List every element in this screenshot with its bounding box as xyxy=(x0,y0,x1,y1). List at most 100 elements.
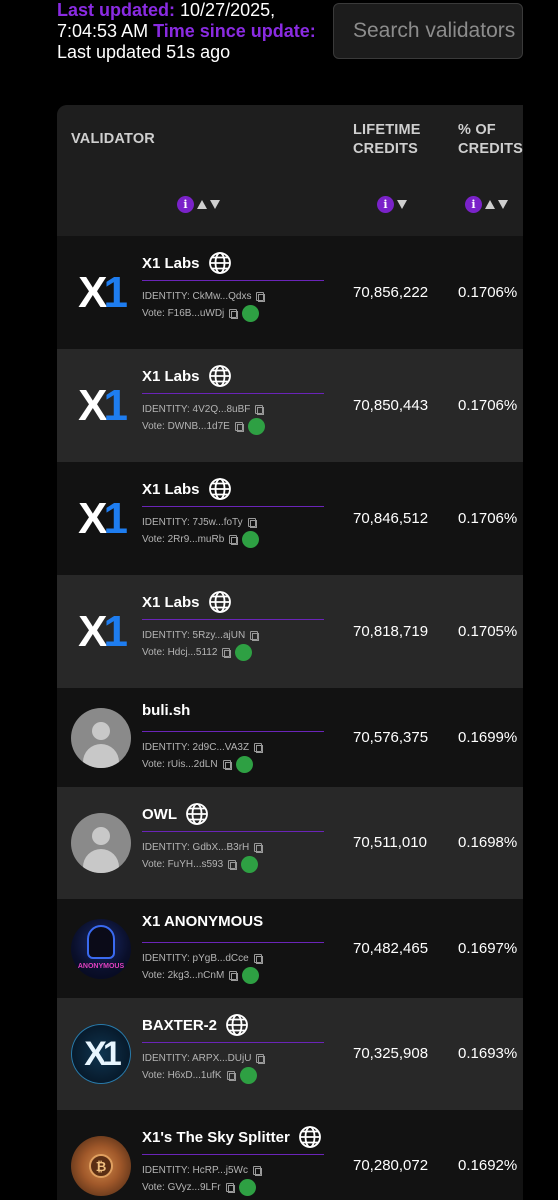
lifetime-credits-value: 70,856,222 xyxy=(353,283,429,301)
copy-icon[interactable] xyxy=(228,860,238,870)
time-since-label: Time since update: xyxy=(153,21,316,41)
status-online-icon xyxy=(235,644,253,661)
validator-name[interactable]: OWL xyxy=(142,806,177,823)
pct-credits-value: 0.1705% xyxy=(458,622,518,640)
copy-icon[interactable] xyxy=(250,631,260,641)
search-input[interactable] xyxy=(333,3,523,59)
x1-logo-mark: X1 xyxy=(84,1035,122,1073)
status-online-icon xyxy=(235,756,253,773)
pct-credits-value: 0.1693% xyxy=(458,1045,518,1062)
validator-name[interactable]: X1 Labs xyxy=(142,255,200,272)
table-row[interactable]: X1 X1 Labs IDENTITY: 7J5w...foTy Vote: 2Rr9… xyxy=(57,462,523,575)
validators-table: VALIDATOR LIFETIME CREDITS % OF CREDITS … xyxy=(57,105,523,1200)
vote-line: Vote: Hdcj...5112 xyxy=(142,644,253,661)
sort-descending-icon[interactable] xyxy=(397,199,407,209)
copy-icon[interactable] xyxy=(222,760,232,770)
column-header-pct-credits[interactable]: % OF CREDITS xyxy=(458,121,523,159)
sort-ascending-icon[interactable] xyxy=(197,199,207,209)
identity-address: IDENTITY: CkMw...Qdxs xyxy=(142,291,252,302)
sort-descending-icon[interactable] xyxy=(498,199,508,209)
name-divider xyxy=(142,942,324,943)
lifetime-credits-value: 70,846,512 xyxy=(353,509,429,527)
avatar-head xyxy=(92,721,110,740)
time-since-value: Last updated 51s ago xyxy=(57,42,231,62)
table-row[interactable]: buli.sh IDENTITY: 2d9C...VA3Z Vote: rUis..… xyxy=(57,688,523,787)
column-header-validator[interactable]: VALIDATOR xyxy=(71,130,155,149)
pct-credits-value: 0.1698% xyxy=(458,834,518,851)
copy-icon[interactable] xyxy=(254,743,264,753)
name-divider xyxy=(142,280,324,281)
validator-name[interactable]: BAXTER-2 xyxy=(142,1017,217,1034)
name-divider xyxy=(142,619,324,620)
validator-name[interactable]: X1 Labs xyxy=(142,481,200,498)
table-row[interactable]: X1 X1 Labs IDENTITY: 5Rzy...ajUN Vote: Hdcj… xyxy=(57,575,523,688)
lifetime-credits-value: 70,576,375 xyxy=(353,728,429,746)
copy-icon[interactable] xyxy=(256,292,266,302)
table-row[interactable]: ANONYMOUS X1 ANONYMOUS IDENTITY: pYgB...dC… xyxy=(57,899,523,998)
sort-descending-icon[interactable] xyxy=(210,199,220,209)
info-icon[interactable]: i xyxy=(177,195,194,213)
copy-icon[interactable] xyxy=(256,1054,266,1064)
lifetime-credits-value: 70,280,072 xyxy=(353,1157,429,1174)
identity-address: IDENTITY: ARPX...DUjU xyxy=(142,1053,252,1064)
copy-icon[interactable] xyxy=(252,1166,262,1176)
status-online-icon xyxy=(239,1067,257,1084)
copy-icon[interactable] xyxy=(222,648,232,658)
copy-icon[interactable] xyxy=(229,535,239,545)
info-icon[interactable]: i xyxy=(377,195,394,213)
status-online-icon xyxy=(247,418,265,435)
vote-address: Vote: H6xD...1ufK xyxy=(142,1070,222,1081)
vote-address: Vote: DWNB...1d7E xyxy=(142,421,230,432)
copy-icon[interactable] xyxy=(229,971,239,981)
copy-icon[interactable] xyxy=(253,954,263,964)
lifetime-credits-value: 70,482,465 xyxy=(353,939,429,957)
vote-address: Vote: 2Rr9...muRb xyxy=(142,534,225,545)
vote-line: Vote: H6xD...1ufK xyxy=(142,1067,257,1084)
pct-credits-value: 0.1706% xyxy=(458,283,518,301)
vote-line: Vote: 2kg3...nCnM xyxy=(142,967,260,984)
validator-name[interactable]: X1 ANONYMOUS xyxy=(142,913,263,930)
table-row[interactable]: X1 BAXTER-2 IDENTITY: ARPX...DUjU Vote: H6x… xyxy=(57,998,523,1110)
copy-icon[interactable] xyxy=(234,422,244,432)
globe-icon[interactable] xyxy=(298,1125,322,1149)
table-row[interactable]: X1 X1 Labs IDENTITY: CkMw...Qdxs Vote: F16B… xyxy=(57,236,523,349)
globe-icon[interactable] xyxy=(208,364,232,388)
identity-address: IDENTITY: GdbX...B3rH xyxy=(142,842,250,853)
table-row[interactable]: X1 X1 Labs IDENTITY: 4V2Q...8uBF Vote: DWNB… xyxy=(57,349,523,462)
identity-address: IDENTITY: 4V2Q...8uBF xyxy=(142,404,251,415)
info-icon[interactable]: i xyxy=(465,195,482,213)
copy-icon[interactable] xyxy=(225,1183,235,1193)
validator-name[interactable]: X1 Labs xyxy=(142,594,200,611)
x1-logo-mark: X1 xyxy=(78,380,128,430)
copy-icon[interactable] xyxy=(229,309,239,319)
lifetime-credits-value: 70,325,908 xyxy=(353,1045,429,1062)
validator-name[interactable]: buli.sh xyxy=(142,702,190,719)
copy-icon[interactable] xyxy=(226,1071,236,1081)
table-row[interactable]: ₿ X1's The Sky Splitter IDENTITY: HcRP...j… xyxy=(57,1110,523,1200)
vote-line: Vote: rUis...2dLN xyxy=(142,756,253,773)
avatar-head xyxy=(92,827,110,845)
globe-icon[interactable] xyxy=(208,590,232,614)
sort-ascending-icon[interactable] xyxy=(485,199,495,209)
table-row[interactable]: OWL IDENTITY: GdbX...B3rH Vote: FuYH...s59… xyxy=(57,787,523,899)
validator-sort-controls: i xyxy=(177,195,220,213)
validator-logo: X1 xyxy=(71,263,131,323)
copy-icon[interactable] xyxy=(254,843,264,853)
globe-icon[interactable] xyxy=(225,1013,249,1037)
copy-icon[interactable] xyxy=(247,518,257,528)
coin-emblem: ₿ xyxy=(89,1154,113,1178)
globe-icon[interactable] xyxy=(208,477,232,501)
validator-name[interactable]: X1's The Sky Splitter xyxy=(142,1129,290,1146)
globe-icon[interactable] xyxy=(185,802,209,826)
vote-line: Vote: 2Rr9...muRb xyxy=(142,531,260,548)
copy-icon[interactable] xyxy=(255,405,265,415)
validator-name[interactable]: X1 Labs xyxy=(142,368,200,385)
pct-credits-value: 0.1706% xyxy=(458,396,518,414)
update-info: Last updated: 10/27/2025, 7:04:53 AM Tim… xyxy=(57,0,327,63)
column-header-lifetime-credits[interactable]: LIFETIME CREDITS xyxy=(353,121,443,159)
status-online-icon xyxy=(242,305,260,322)
vote-line: Vote: GVyz...9LFr xyxy=(142,1179,256,1196)
validator-logo: X1 xyxy=(71,489,131,549)
globe-icon[interactable] xyxy=(208,251,232,275)
validator-name-line: X1 ANONYMOUS xyxy=(142,913,263,930)
